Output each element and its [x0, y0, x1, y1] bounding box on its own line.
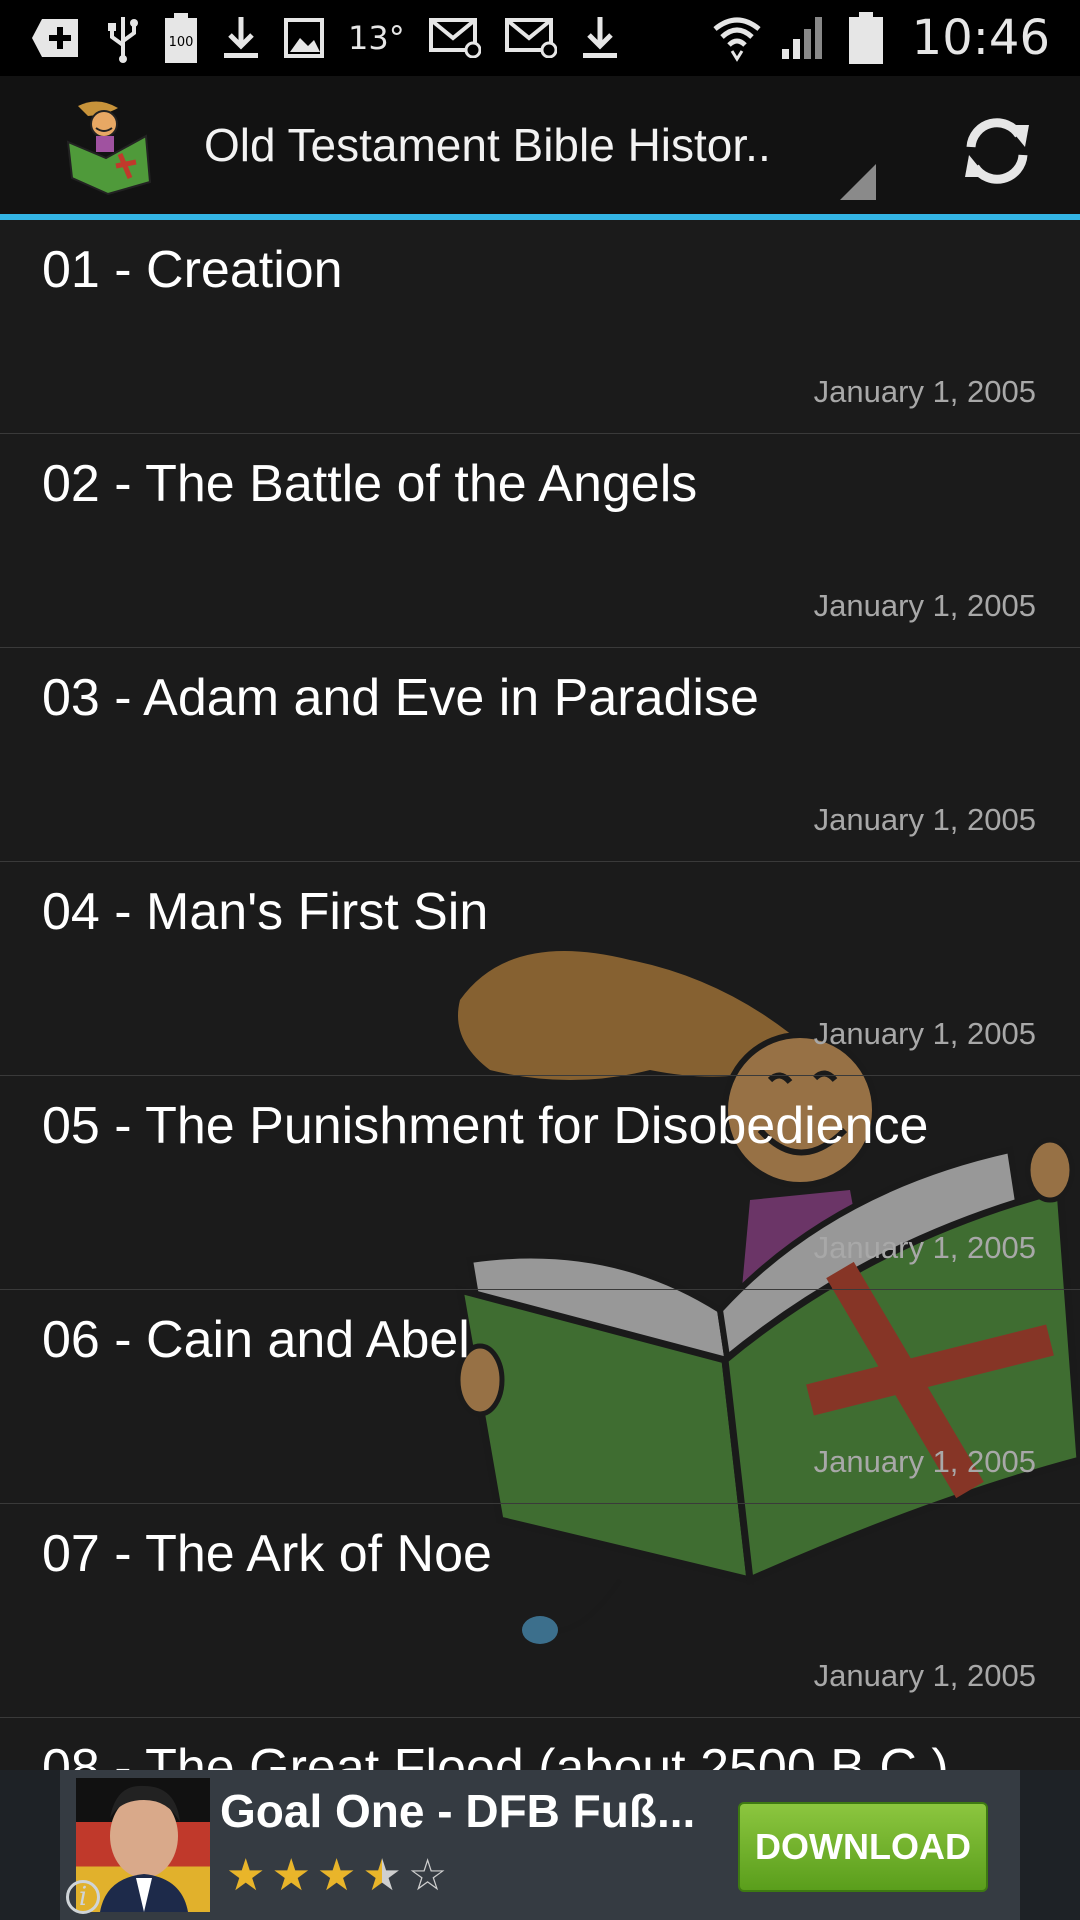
app-title-spinner[interactable]: Old Testament Bible Histor..	[204, 118, 771, 172]
ad-banner[interactable]: Goal One - DFB Fuß... ★ ★ ★ ★ ☆ DOWNLOAD	[0, 1770, 1080, 1920]
list-item[interactable]: 08 - The Great Flood (about 2500 B.C.)	[0, 1718, 1080, 1770]
image-icon	[284, 13, 324, 63]
list-item[interactable]: 04 - Man's First Sin January 1, 2005	[0, 862, 1080, 1076]
list-item[interactable]: 07 - The Ark of Noe January 1, 2005	[0, 1504, 1080, 1718]
list-item-title: 04 - Man's First Sin	[42, 883, 489, 941]
list-item-title: 07 - The Ark of Noe	[42, 1525, 492, 1583]
list-item-title: 05 - The Punishment for Disobedience	[42, 1097, 929, 1155]
app-logo[interactable]	[58, 96, 158, 196]
download-icon	[581, 13, 619, 63]
list-item-date: January 1, 2005	[813, 1444, 1036, 1479]
star-empty-icon: ☆	[407, 1851, 448, 1900]
list-item-date: January 1, 2005	[813, 588, 1036, 623]
add-icon	[30, 13, 82, 63]
email-icon	[428, 13, 481, 63]
ad-content[interactable]: Goal One - DFB Fuß... ★ ★ ★ ★ ☆ DOWNLOAD	[60, 1770, 1020, 1920]
battery-icon	[848, 12, 884, 64]
star-icon: ★	[316, 1851, 357, 1900]
list-item-title: 06 - Cain and Abel	[42, 1311, 470, 1369]
email-icon	[504, 13, 557, 63]
chapter-list: 01 - Creation January 1, 2005 02 - The B…	[0, 220, 1080, 1770]
star-icon: ★	[226, 1851, 266, 1900]
list-item[interactable]: 05 - The Punishment for Disobedience Jan…	[0, 1076, 1080, 1290]
star-half-icon: ★	[362, 1851, 402, 1900]
list-item-date: January 1, 2005	[813, 1658, 1036, 1693]
signal-icon	[780, 13, 830, 63]
list-item-title: 08 - The Great Flood (about 2500 B.C.)	[42, 1739, 949, 1770]
list-item-date: January 1, 2005	[813, 1230, 1036, 1265]
star-icon: ★	[271, 1851, 311, 1900]
list-item[interactable]: 03 - Adam and Eve in Paradise January 1,…	[0, 648, 1080, 862]
download-icon	[222, 13, 260, 63]
list-item[interactable]: 06 - Cain and Abel January 1, 2005	[0, 1290, 1080, 1504]
spinner-arrow-icon[interactable]	[840, 164, 876, 200]
temperature-text: 13°	[348, 19, 405, 57]
refresh-button[interactable]	[950, 104, 1044, 198]
svg-text:100: 100	[169, 35, 194, 50]
list-item-title: 03 - Adam and Eve in Paradise	[42, 669, 759, 727]
ad-title[interactable]: Goal One - DFB Fuß...	[220, 1784, 695, 1838]
ad-rating: ★ ★ ★ ★ ☆	[226, 1854, 447, 1898]
list-item-title: 02 - The Battle of the Angels	[42, 455, 698, 513]
list-item-date: January 1, 2005	[813, 374, 1036, 409]
action-bar: Old Testament Bible Histor..	[0, 76, 1080, 220]
list-item[interactable]: 02 - The Battle of the Angels January 1,…	[0, 434, 1080, 648]
usb-icon	[106, 13, 140, 63]
download-button[interactable]: DOWNLOAD	[738, 1802, 988, 1892]
list-item-date: January 1, 2005	[813, 802, 1036, 837]
info-icon[interactable]: i	[66, 1880, 100, 1914]
wifi-icon	[712, 13, 762, 63]
refresh-icon	[965, 118, 1029, 184]
list-item-date: January 1, 2005	[813, 1016, 1036, 1051]
list-item-title: 01 - Creation	[42, 241, 343, 299]
battery-100-icon: 100	[164, 13, 198, 63]
status-bar: 100 13° 10:46	[0, 0, 1080, 76]
clock-time: 10:46	[911, 10, 1050, 66]
list-item[interactable]: 01 - Creation January 1, 2005	[0, 220, 1080, 434]
